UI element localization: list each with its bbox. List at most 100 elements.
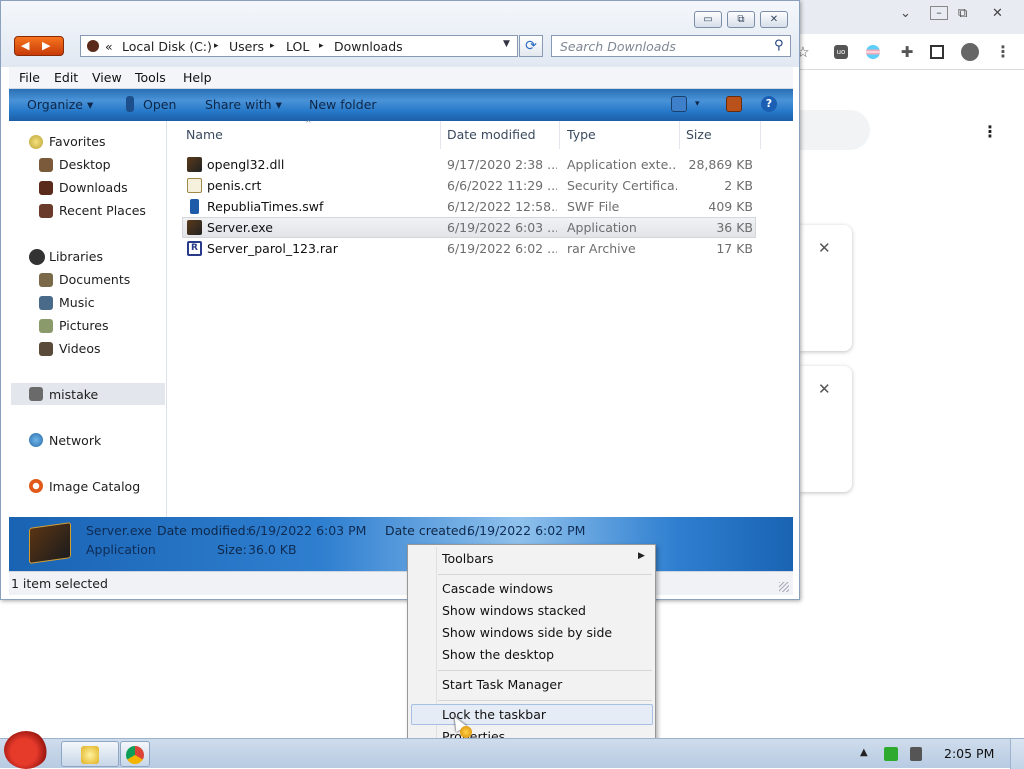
menu-item-show-the-desktop[interactable]: Show the desktop xyxy=(442,647,554,662)
breadcrumb-downloads[interactable]: Downloads xyxy=(334,39,403,54)
resize-grip-icon[interactable] xyxy=(779,582,789,592)
music-icon xyxy=(39,296,53,310)
browser-menu-icon[interactable]: ⋮ xyxy=(994,43,1012,61)
page-menu-icon[interactable]: ⋮ xyxy=(982,122,998,141)
card-close-icon[interactable]: ✕ xyxy=(818,380,831,398)
sidebar-item-music[interactable]: Music xyxy=(59,295,95,310)
share-with-button[interactable]: Share with ▾ xyxy=(205,97,282,112)
taskbar-explorer-button[interactable] xyxy=(61,741,119,767)
column-divider[interactable] xyxy=(679,121,680,149)
volume-icon[interactable] xyxy=(910,747,922,761)
breadcrumb-users[interactable]: Users xyxy=(229,39,264,54)
side-panel-icon[interactable] xyxy=(930,45,944,59)
chevron-down-icon: ▾ xyxy=(275,97,282,112)
menu-item-show-windows-stacked[interactable]: Show windows stacked xyxy=(442,603,586,618)
organize-button[interactable]: Organize ▾ xyxy=(27,97,93,112)
sidebar-item-mistake[interactable]: mistake xyxy=(49,387,98,402)
sidebar-item-documents[interactable]: Documents xyxy=(59,272,130,287)
flag-extension-icon[interactable] xyxy=(866,45,880,59)
sidebar-item-libraries[interactable]: Libraries xyxy=(49,249,103,264)
show-desktop-button[interactable] xyxy=(1010,739,1024,769)
menu-separator xyxy=(438,700,652,701)
close-button[interactable]: ✕ xyxy=(760,11,788,28)
preview-pane-icon[interactable] xyxy=(726,96,742,112)
column-header-size[interactable]: Size xyxy=(686,127,712,142)
file-row-penis-crt[interactable]: penis.crt 6/6/2022 11:29 ... Security Ce… xyxy=(182,175,756,196)
browser-close-button[interactable]: ✕ xyxy=(992,6,1003,21)
explorer-titlebar: ▭ ⧉ ✕ ◀ ▶ « Local Disk (C:) ▸ Users ▸ LO… xyxy=(1,1,799,67)
file-row-server-exe[interactable]: Server.exe 6/19/2022 6:03 ... Applicatio… xyxy=(182,217,756,238)
file-row-republiatimes[interactable]: RepubliaTimes.swf 6/12/2022 12:58... SWF… xyxy=(182,196,756,217)
breadcrumb-separator[interactable]: ▸ xyxy=(319,41,324,51)
sidebar-item-network[interactable]: Network xyxy=(49,433,101,448)
breadcrumb-separator[interactable]: ▸ xyxy=(214,41,219,51)
menu-item-show-windows-side-by-side[interactable]: Show windows side by side xyxy=(442,625,612,640)
column-divider[interactable] xyxy=(760,121,761,149)
search-icon[interactable]: ⚲ xyxy=(774,38,784,53)
column-divider[interactable] xyxy=(440,121,441,149)
file-date: 6/19/2022 6:02 ... xyxy=(447,241,557,256)
extensions-puzzle-icon[interactable]: ✚ xyxy=(898,43,916,61)
menu-help[interactable]: Help xyxy=(183,70,212,85)
breadcrumb-separator[interactable]: ▸ xyxy=(270,41,275,51)
menu-edit[interactable]: Edit xyxy=(54,70,78,85)
search-input[interactable]: Search Downloads ⚲ xyxy=(551,35,791,57)
column-divider[interactable] xyxy=(559,121,560,149)
file-list: Name ^ Date modified Type Size opengl32.… xyxy=(168,119,793,517)
breadcrumb-local-disk[interactable]: Local Disk (C:) xyxy=(122,39,212,54)
change-view-icon[interactable] xyxy=(671,96,687,112)
command-bar: Organize ▾ Open Share with ▾ New folder … xyxy=(9,89,793,121)
maximize-button[interactable]: ⧉ xyxy=(727,11,755,28)
network-status-icon[interactable] xyxy=(884,747,898,761)
open-button[interactable]: Open xyxy=(143,97,176,112)
sidebar-item-favorites[interactable]: Favorites xyxy=(49,134,105,149)
back-arrow-icon[interactable]: ◀ xyxy=(21,39,29,52)
new-folder-button[interactable]: New folder xyxy=(309,97,377,112)
column-header-name[interactable]: Name xyxy=(186,127,223,142)
sidebar-item-desktop[interactable]: Desktop xyxy=(59,157,111,172)
address-bar[interactable]: « Local Disk (C:) ▸ Users ▸ LOL ▸ Downlo… xyxy=(80,35,518,57)
sidebar-item-recent-places[interactable]: Recent Places xyxy=(59,203,146,218)
submenu-arrow-icon: ▶ xyxy=(638,551,645,561)
file-row-server-parol[interactable]: R Server_parol_123.rar 6/19/2022 6:02 ..… xyxy=(182,238,756,259)
sidebar-item-image-catalog[interactable]: Image Catalog xyxy=(49,479,140,494)
menu-tools[interactable]: Tools xyxy=(135,70,166,85)
start-button-angry-bird-icon[interactable] xyxy=(4,731,48,769)
address-history-dropdown-icon[interactable]: ▼ xyxy=(503,39,510,49)
sidebar-item-videos[interactable]: Videos xyxy=(59,341,101,356)
breadcrumb-overflow[interactable]: « xyxy=(105,39,113,54)
ublock-extension-icon[interactable]: uo xyxy=(834,45,848,59)
menu-file[interactable]: File xyxy=(19,70,40,85)
help-icon[interactable]: ? xyxy=(761,96,777,112)
downloads-icon xyxy=(39,181,53,195)
details-pane: Server.exe Date modified: 6/19/2022 6:03… xyxy=(9,517,793,571)
taskbar-clock[interactable]: 2:05 PM xyxy=(944,746,994,761)
swf-file-icon xyxy=(190,199,199,214)
menu-item-start-task-manager[interactable]: Start Task Manager xyxy=(442,677,562,692)
sidebar-item-downloads[interactable]: Downloads xyxy=(59,180,128,195)
status-bar: 1 item selected xyxy=(9,571,793,595)
menu-item-cascade-windows[interactable]: Cascade windows xyxy=(442,581,553,596)
taskbar-chrome-button[interactable] xyxy=(120,741,150,767)
breadcrumb-lol[interactable]: LOL xyxy=(286,39,309,54)
sidebar-item-pictures[interactable]: Pictures xyxy=(59,318,109,333)
profile-avatar-icon[interactable] xyxy=(961,43,979,61)
menu-view[interactable]: View xyxy=(92,70,122,85)
forward-arrow-icon[interactable]: ▶ xyxy=(42,39,50,52)
minimize-button[interactable]: ▭ xyxy=(694,11,722,28)
chevron-down-icon[interactable]: ▾ xyxy=(695,99,700,109)
show-hidden-icons-icon[interactable]: ▲ xyxy=(860,747,868,758)
column-header-type[interactable]: Type xyxy=(567,127,596,142)
file-row-opengl32[interactable]: opengl32.dll 9/17/2020 2:38 ... Applicat… xyxy=(182,154,756,175)
menu-item-toolbars[interactable]: Toolbars xyxy=(442,551,494,566)
card-close-icon[interactable]: ✕ xyxy=(818,239,831,257)
browser-search-box[interactable] xyxy=(790,110,870,150)
file-type: Application xyxy=(567,220,637,235)
refresh-button[interactable]: ⟳ xyxy=(519,35,543,57)
browser-minimize-button[interactable]: – xyxy=(930,6,948,20)
browser-restore-button[interactable]: ⧉ xyxy=(958,6,967,21)
column-header-date-modified[interactable]: Date modified xyxy=(447,127,536,142)
image-catalog-icon xyxy=(29,479,43,493)
back-forward-buttons[interactable]: ◀ ▶ xyxy=(14,36,64,56)
browser-tab-list-icon[interactable]: ⌄ xyxy=(900,6,911,21)
